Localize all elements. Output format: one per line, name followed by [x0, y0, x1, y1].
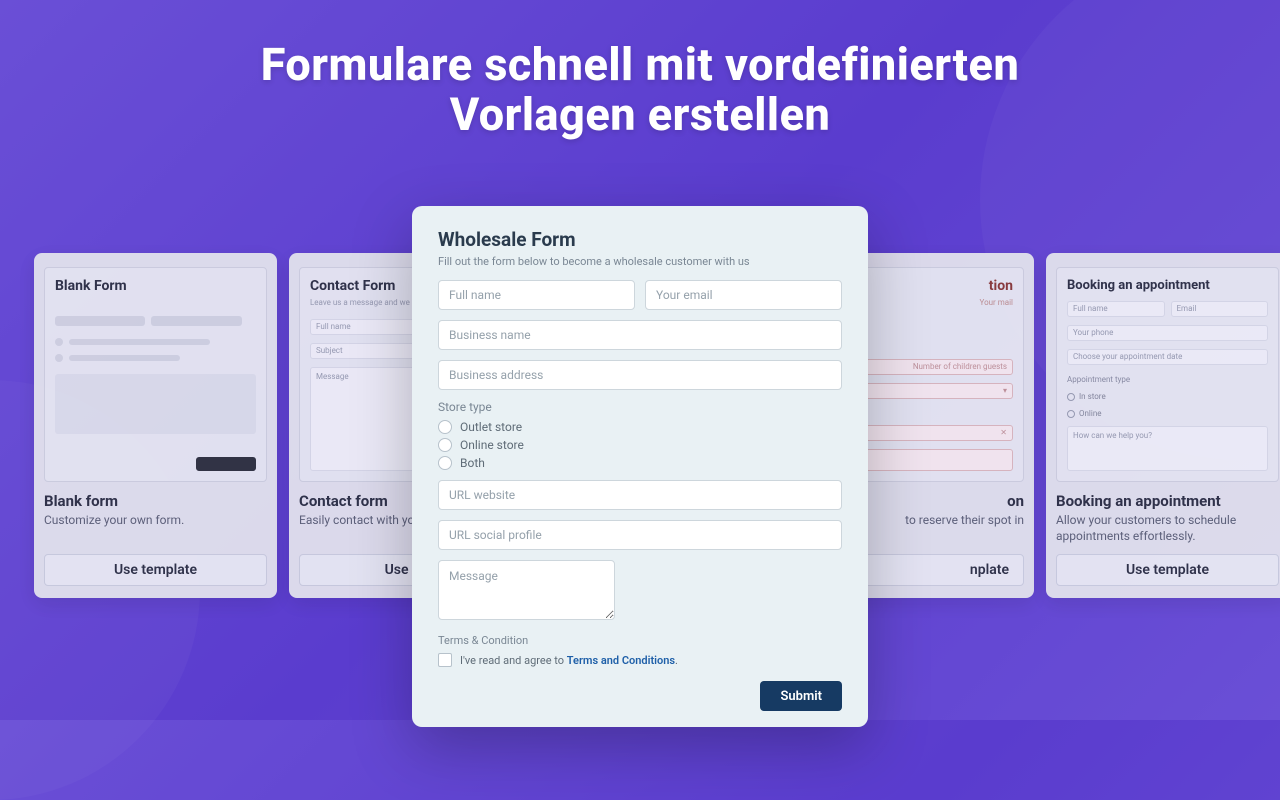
radio-label: Online store: [460, 438, 524, 452]
terms-agree-suffix: .: [675, 654, 678, 667]
page-heading: Formulare schnell mit vordefinierten Vor…: [0, 40, 1280, 139]
template-preview-booking: Booking an appointment Full name Email Y…: [1056, 267, 1279, 482]
store-type-option-both[interactable]: Both: [438, 456, 842, 470]
use-template-button[interactable]: Use template: [44, 554, 267, 586]
preview-textarea: How can we help you?: [1067, 426, 1268, 471]
store-type-option-online[interactable]: Online store: [438, 438, 842, 452]
preview-field: Email: [1171, 301, 1269, 317]
template-preview-blank: Blank Form: [44, 267, 267, 482]
card-title: Booking an appointment: [1056, 492, 1279, 510]
preview-radio: Online: [1067, 409, 1268, 418]
terms-link[interactable]: Terms and Conditions: [567, 654, 675, 667]
full-name-input[interactable]: [438, 280, 635, 310]
preview-field: Your phone: [1067, 325, 1268, 341]
use-template-button[interactable]: Use template: [1056, 554, 1279, 586]
business-address-input[interactable]: [438, 360, 842, 390]
card-title: Blank form: [44, 492, 267, 510]
business-name-input[interactable]: [438, 320, 842, 350]
url-social-input[interactable]: [438, 520, 842, 550]
preview-submit-skeleton: [196, 457, 256, 471]
email-input[interactable]: [645, 280, 842, 310]
terms-checkbox-row[interactable]: I've read and agree to Terms and Conditi…: [438, 653, 842, 667]
preview-field: Choose your appointment date: [1067, 349, 1268, 365]
heading-line-1: Formulare schnell mit vordefinierten: [261, 38, 1020, 91]
radio-label: Outlet store: [460, 420, 522, 434]
radio-circle-icon: [438, 456, 452, 470]
radio-circle-icon: [438, 438, 452, 452]
store-type-radios: Outlet store Online store Both: [438, 420, 842, 470]
terms-label: Terms & Condition: [438, 634, 842, 647]
card-description: Allow your customers to schedule appoint…: [1056, 512, 1279, 544]
submit-button[interactable]: Submit: [760, 681, 842, 711]
template-card-booking: Booking an appointment Full name Email Y…: [1046, 253, 1280, 598]
terms-agree-prefix: I've read and agree to: [460, 654, 567, 667]
wholesale-form-modal: Wholesale Form Fill out the form below t…: [412, 206, 868, 727]
preview-title: Blank Form: [55, 278, 256, 294]
card-description: Customize your own form.: [44, 512, 267, 544]
radio-circle-icon: [438, 420, 452, 434]
template-card-blank: Blank Form Blank form Customize your own…: [34, 253, 277, 598]
preview-radio-label: Online: [1079, 409, 1101, 418]
preview-label: Appointment type: [1067, 375, 1268, 384]
radio-label: Both: [460, 456, 485, 470]
page-title: Formulare schnell mit vordefinierten Vor…: [0, 40, 1280, 139]
preview-radio-label: In store: [1079, 392, 1106, 401]
heading-line-2: Vorlagen erstellen: [450, 88, 831, 141]
store-type-label: Store type: [438, 400, 842, 414]
form-subtitle: Fill out the form below to become a whol…: [438, 255, 842, 268]
checkbox-icon[interactable]: [438, 653, 452, 667]
preview-title: Booking an appointment: [1067, 278, 1268, 293]
form-title: Wholesale Form: [438, 228, 842, 251]
preview-field: Full name: [1067, 301, 1165, 317]
url-website-input[interactable]: [438, 480, 842, 510]
terms-text: I've read and agree to Terms and Conditi…: [460, 654, 678, 667]
store-type-option-outlet[interactable]: Outlet store: [438, 420, 842, 434]
message-textarea[interactable]: [438, 560, 615, 620]
preview-radio: In store: [1067, 392, 1268, 401]
